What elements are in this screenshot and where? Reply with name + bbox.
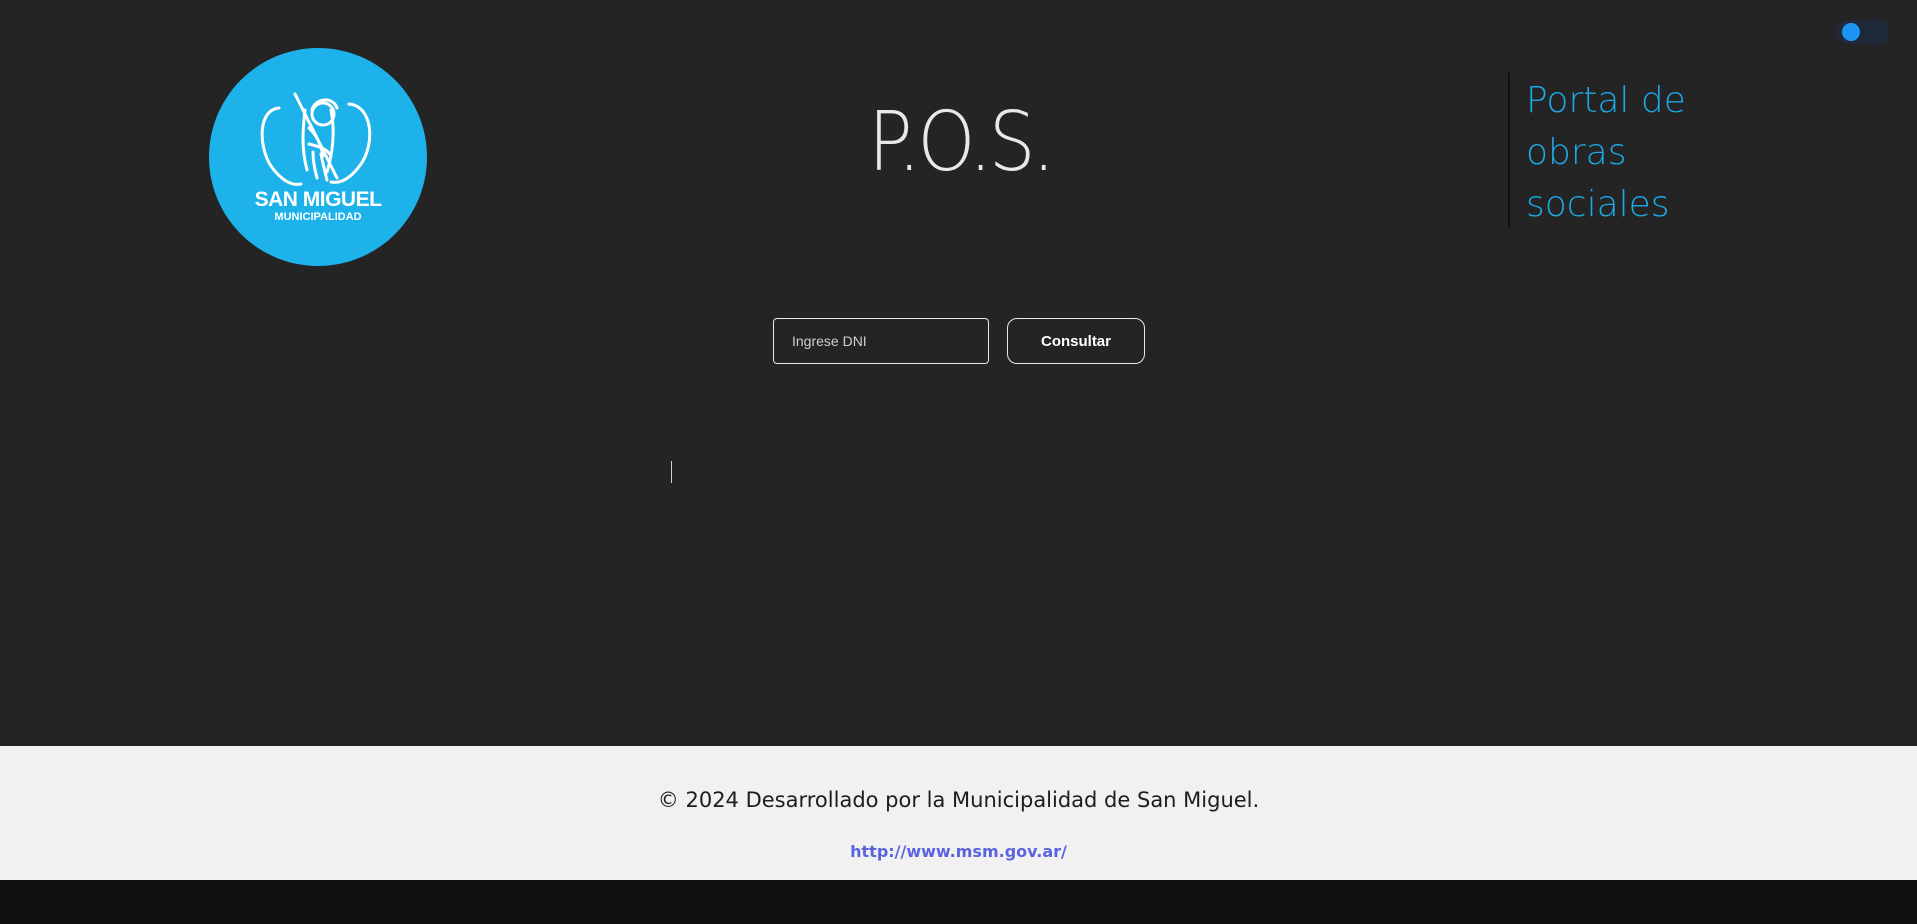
toggle-knob xyxy=(1842,23,1860,41)
angel-emblem-icon xyxy=(260,92,372,186)
text-cursor xyxy=(671,461,672,483)
bottom-strip xyxy=(0,880,1917,924)
logo-title: SAN MIGUEL xyxy=(254,188,382,211)
consultar-button[interactable]: Consultar xyxy=(1007,318,1145,364)
theme-toggle[interactable] xyxy=(1837,20,1889,44)
logo-subtitle: MUNICIPALIDAD xyxy=(274,211,362,223)
copyright-text: © 2024 Desarrollado por la Municipalidad… xyxy=(657,788,1260,812)
footer: © 2024 Desarrollado por la Municipalidad… xyxy=(0,746,1917,880)
portal-text: Portal de obras sociales xyxy=(1526,80,1686,225)
dni-input[interactable] xyxy=(773,318,989,364)
portal-heading: Portal de obras sociales xyxy=(1508,73,1686,228)
main-panel: SAN MIGUEL MUNICIPALIDAD P.O.S. Portal d… xyxy=(0,0,1917,746)
municipality-logo: SAN MIGUEL MUNICIPALIDAD xyxy=(209,48,427,266)
website-link[interactable]: http://www.msm.gov.ar/ xyxy=(0,842,1917,861)
page-title: P.O.S. xyxy=(868,95,1055,190)
